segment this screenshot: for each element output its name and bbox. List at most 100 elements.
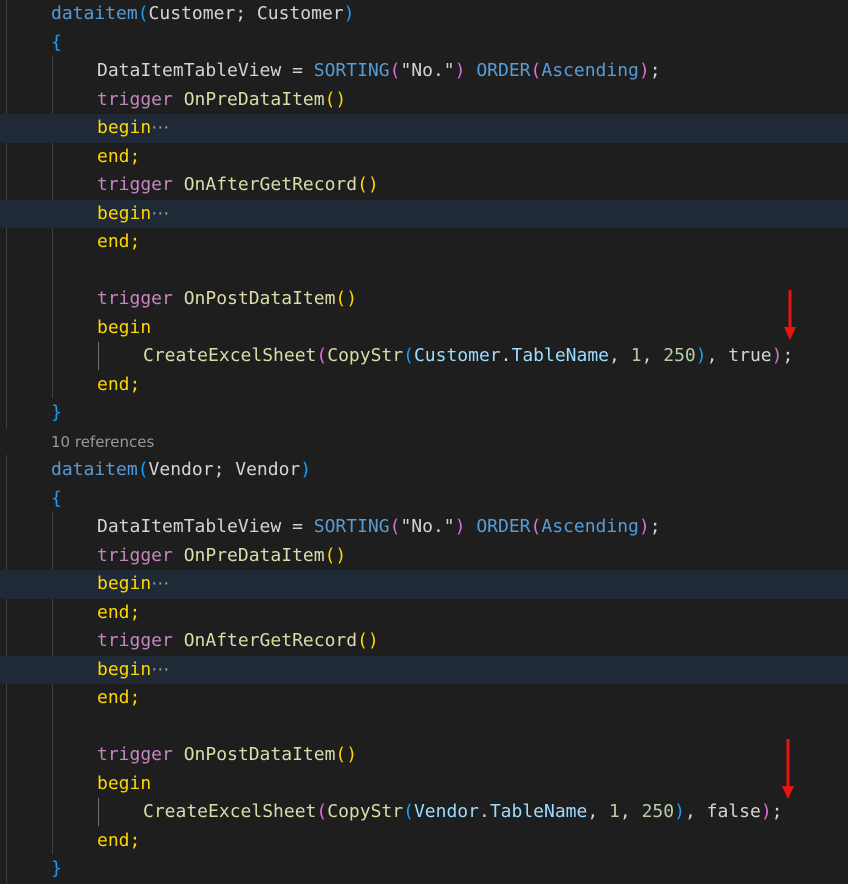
code-token: "No."	[400, 516, 455, 537]
code-line: end;	[0, 827, 848, 856]
line-content: dataitem(Customer; Customer)	[51, 0, 354, 29]
code-token: OnAfterGetRecord	[183, 630, 358, 651]
code-token: )	[454, 60, 466, 81]
code-token: ORDER	[476, 60, 531, 81]
code-token: )	[760, 801, 772, 822]
code-token: (	[137, 3, 149, 24]
line-content: }	[51, 399, 62, 428]
code-line: end;	[0, 371, 848, 400]
code-token: ,	[587, 801, 610, 822]
code-token: trigger	[97, 544, 173, 566]
code-token: DataItemTableView =	[97, 516, 314, 537]
code-token: ()	[335, 288, 358, 309]
code-token: Customer	[413, 345, 501, 366]
code-token: ;	[649, 516, 661, 537]
code-token: ;	[649, 60, 661, 81]
code-token: trigger	[97, 174, 173, 195]
code-token: )	[300, 459, 312, 480]
code-token: OnAfterGetRecord	[183, 174, 358, 195]
code-token: CreateExcelSheet	[143, 801, 317, 822]
code-line: trigger OnAfterGetRecord()	[0, 627, 848, 656]
code-editor[interactable]: dataitem(Customer; Customer){DataItemTab…	[0, 0, 848, 883]
code-token: Customer; Customer	[148, 3, 344, 24]
code-line: dataitem(Customer; Customer)	[0, 0, 848, 29]
code-line: trigger OnAfterGetRecord()	[0, 171, 848, 200]
code-token: end;	[97, 601, 141, 623]
line-content: end;	[97, 228, 140, 257]
code-token: end;	[97, 145, 141, 167]
code-token: Vendor; Vendor	[148, 459, 301, 480]
code-token: CreateExcelSheet	[143, 345, 317, 366]
code-line: CreateExcelSheet(CopyStr(Vendor.TableNam…	[0, 798, 848, 827]
code-token: end;	[97, 231, 141, 252]
code-token: )	[674, 801, 685, 822]
line-content: begin	[97, 770, 151, 799]
code-token: )	[343, 3, 355, 24]
code-token: )	[454, 516, 466, 537]
code-token: (	[403, 801, 414, 822]
code-token: ;	[771, 801, 783, 822]
code-token: CopyStr	[327, 801, 404, 822]
code-token: SORTING	[313, 60, 390, 81]
code-token: (	[316, 801, 328, 822]
code-token: (	[137, 459, 149, 480]
code-token: begin	[97, 573, 152, 594]
code-line: end;	[0, 228, 848, 257]
code-token: (	[389, 516, 401, 537]
code-token: true	[728, 345, 772, 366]
code-token: )	[638, 60, 650, 81]
code-line: end;	[0, 684, 848, 713]
line-content: end;	[97, 827, 140, 856]
code-token: {	[51, 487, 62, 509]
line-content: begin⋯	[97, 656, 170, 685]
code-token: "No."	[400, 60, 455, 81]
code-token: 1	[630, 345, 642, 366]
code-token: ,	[641, 345, 664, 366]
code-token: TableName	[511, 345, 610, 366]
code-token: (	[530, 516, 542, 537]
code-token: .	[500, 345, 512, 366]
folded-region-ellipsis-icon[interactable]: ⋯	[151, 659, 170, 680]
code-line: trigger OnPreDataItem()	[0, 542, 848, 571]
code-token: OnPreDataItem	[183, 88, 325, 110]
line-content: DataItemTableView = SORTING("No.") ORDER…	[97, 57, 661, 86]
line-content: }	[51, 855, 62, 884]
folded-region-ellipsis-icon[interactable]: ⋯	[151, 117, 170, 138]
line-content: begin⋯	[97, 114, 170, 143]
references-codelens[interactable]: 10 references	[51, 433, 154, 451]
code-token: Ascending	[541, 516, 639, 537]
code-token: {	[51, 31, 62, 53]
code-line: begin	[0, 770, 848, 799]
code-token: (	[389, 60, 401, 81]
line-content: trigger OnAfterGetRecord()	[97, 627, 379, 656]
code-token: end;	[97, 829, 141, 851]
code-token: SORTING	[313, 516, 390, 537]
code-line: {	[0, 29, 848, 58]
line-content: trigger OnAfterGetRecord()	[97, 171, 379, 200]
code-line: CreateExcelSheet(CopyStr(Customer.TableN…	[0, 342, 848, 371]
code-line: DataItemTableView = SORTING("No.") ORDER…	[0, 57, 848, 86]
code-token: ,	[609, 345, 631, 366]
code-token: begin	[97, 202, 152, 224]
code-token: TableName	[489, 801, 588, 822]
line-content: dataitem(Vendor; Vendor)	[51, 456, 311, 485]
code-line: DataItemTableView = SORTING("No.") ORDER…	[0, 513, 848, 542]
code-token: (	[403, 345, 414, 366]
line-content: CreateExcelSheet(CopyStr(Customer.TableN…	[143, 342, 793, 371]
line-content: end;	[97, 143, 140, 172]
code-token: OnPostDataItem	[183, 744, 336, 765]
folded-region-ellipsis-icon[interactable]: ⋯	[151, 573, 170, 594]
code-token: Ascending	[541, 60, 639, 81]
code-token: dataitem	[51, 459, 138, 480]
folded-region-ellipsis-icon[interactable]: ⋯	[151, 203, 170, 224]
code-token: CopyStr	[327, 345, 404, 366]
